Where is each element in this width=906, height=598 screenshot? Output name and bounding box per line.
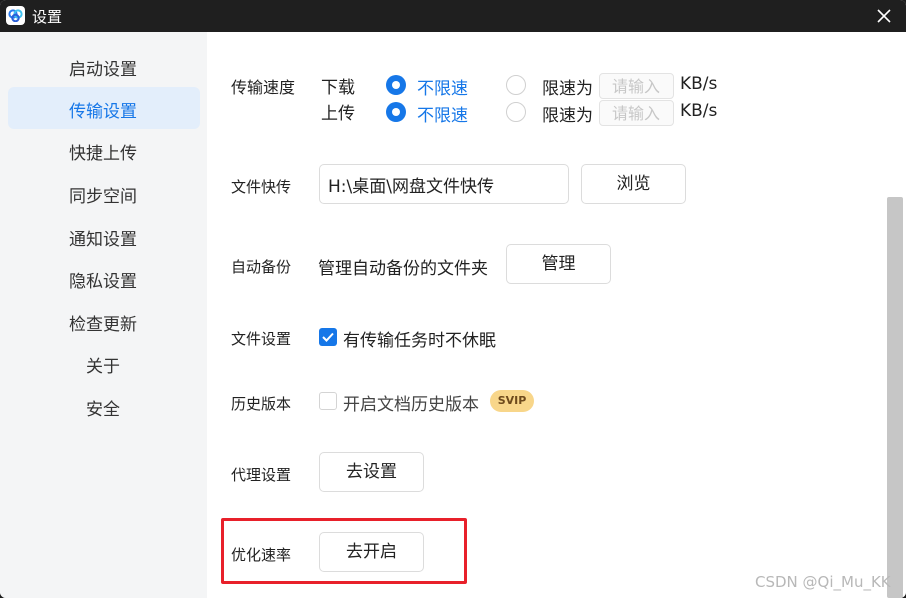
sidebar-item-security[interactable]: 安全 bbox=[8, 385, 200, 427]
settings-sidebar: 启动设置 传输设置 快捷上传 同步空间 通知设置 隐私设置 检查更新 关于 安全 bbox=[0, 32, 207, 598]
history-version-checkbox[interactable] bbox=[319, 392, 337, 410]
sidebar-item-notifications[interactable]: 通知设置 bbox=[8, 215, 200, 257]
proxy-settings-label: 代理设置 bbox=[231, 466, 292, 484]
download-label: 下载 bbox=[321, 78, 355, 98]
download-limit-radio[interactable] bbox=[506, 75, 526, 95]
upload-limit-input[interactable] bbox=[599, 100, 674, 126]
file-settings-label: 文件设置 bbox=[231, 330, 292, 348]
download-unlimited-radio[interactable] bbox=[386, 75, 406, 95]
upload-unlimited-label[interactable]: 不限速 bbox=[417, 101, 468, 126]
sidebar-item-startup[interactable]: 启动设置 bbox=[8, 45, 200, 87]
settings-window: 设置 启动设置 传输设置 快捷上传 同步空间 通知设置 隐私设置 检查更新 关于… bbox=[0, 0, 906, 598]
proxy-settings-button[interactable]: 去设置 bbox=[319, 452, 424, 492]
auto-backup-label: 自动备份 bbox=[231, 258, 292, 276]
sidebar-item-label: 快捷上传 bbox=[69, 144, 137, 164]
close-button[interactable] bbox=[872, 4, 896, 28]
upload-unit: KB/s bbox=[680, 101, 718, 121]
sidebar-item-label: 安全 bbox=[86, 400, 120, 420]
quick-transfer-path-input[interactable] bbox=[319, 164, 569, 204]
history-version-option-label[interactable]: 开启文档历史版本 bbox=[343, 390, 479, 415]
upload-unlimited-radio[interactable] bbox=[386, 102, 406, 122]
upload-limit-label[interactable]: 限速为 bbox=[542, 101, 593, 126]
sidebar-item-label: 启动设置 bbox=[69, 60, 137, 80]
sidebar-item-transfer[interactable]: 传输设置 bbox=[8, 87, 200, 129]
watermark: CSDN @Qi_Mu_KK bbox=[755, 573, 891, 591]
download-limit-input[interactable] bbox=[599, 73, 674, 99]
transfer-speed-label: 传输速度 bbox=[231, 78, 296, 97]
svip-badge: SVIP bbox=[490, 390, 534, 412]
sidebar-item-label: 通知设置 bbox=[69, 230, 137, 250]
scrollbar-thumb[interactable] bbox=[887, 197, 903, 598]
browse-button[interactable]: 浏览 bbox=[581, 164, 686, 204]
sidebar-item-check-update[interactable]: 检查更新 bbox=[8, 300, 200, 342]
no-sleep-label[interactable]: 有传输任务时不休眠 bbox=[343, 326, 496, 351]
download-limit-label[interactable]: 限速为 bbox=[542, 74, 593, 99]
sidebar-item-label: 关于 bbox=[86, 357, 120, 377]
checkmark-icon bbox=[322, 332, 334, 342]
download-unlimited-label[interactable]: 不限速 bbox=[417, 74, 468, 99]
sidebar-item-sync-space[interactable]: 同步空间 bbox=[8, 172, 200, 214]
auto-backup-description: 管理自动备份的文件夹 bbox=[318, 259, 488, 279]
title-bar: 设置 bbox=[0, 0, 906, 32]
sidebar-item-label: 同步空间 bbox=[69, 187, 137, 207]
sidebar-item-label: 隐私设置 bbox=[69, 272, 137, 292]
history-version-label: 历史版本 bbox=[231, 395, 292, 413]
sidebar-item-label: 传输设置 bbox=[69, 102, 137, 122]
upload-limit-radio[interactable] bbox=[506, 102, 526, 122]
sidebar-item-quick-upload[interactable]: 快捷上传 bbox=[8, 129, 200, 171]
sidebar-item-about[interactable]: 关于 bbox=[8, 342, 200, 384]
close-icon bbox=[877, 9, 891, 23]
sidebar-item-privacy[interactable]: 隐私设置 bbox=[8, 257, 200, 299]
window-title: 设置 bbox=[32, 8, 63, 26]
manage-backup-button[interactable]: 管理 bbox=[506, 244, 611, 284]
baidu-netdisk-logo-icon bbox=[6, 6, 25, 25]
quick-transfer-label: 文件快传 bbox=[231, 178, 292, 196]
annotation-highlight-box bbox=[221, 518, 467, 584]
no-sleep-checkbox[interactable] bbox=[319, 328, 337, 346]
upload-label: 上传 bbox=[321, 104, 355, 124]
download-unit: KB/s bbox=[680, 74, 718, 94]
sidebar-item-label: 检查更新 bbox=[69, 315, 137, 335]
